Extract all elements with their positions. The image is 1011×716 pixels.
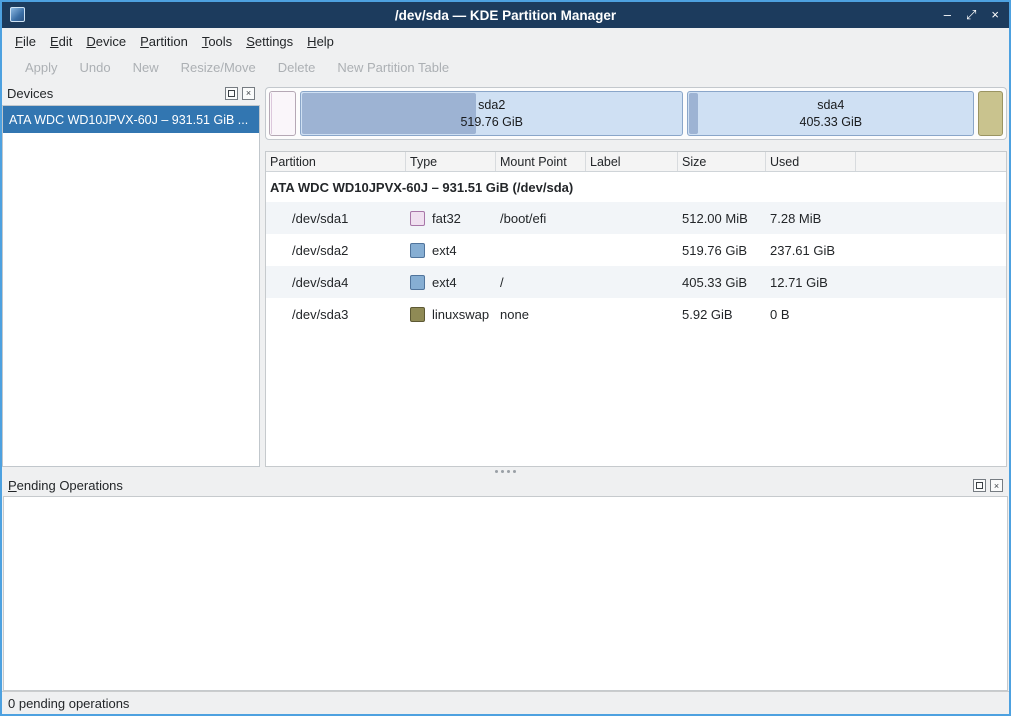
- kde-partition-manager-window: /dev/sda — KDE Partition Manager – ⤢ × F…: [0, 0, 1011, 716]
- fs-type-label: ext4: [432, 275, 457, 290]
- cell-size: 519.76 GiB: [678, 243, 766, 258]
- table-row[interactable]: /dev/sda3 linuxswap none 5.92 GiB 0 B: [266, 298, 1006, 330]
- devices-close-icon[interactable]: ×: [242, 87, 255, 100]
- cell-size: 405.33 GiB: [678, 275, 766, 290]
- fs-type-label: fat32: [432, 211, 461, 226]
- cell-type: linuxswap: [406, 307, 496, 322]
- device-detail-panel: sda2 519.76 GiB sda4 405.33 GiB: [263, 83, 1009, 467]
- pending-operations-title: Pending Operations: [8, 478, 969, 493]
- devices-panel: Devices × ATA WDC WD10JPVX-60J – 931.51 …: [2, 83, 260, 467]
- fs-color-swatch: [410, 211, 425, 226]
- menu-device[interactable]: Device: [79, 31, 133, 52]
- used-space-fill: [302, 93, 476, 134]
- fs-type-label: ext4: [432, 243, 457, 258]
- cell-type: ext4: [406, 243, 496, 258]
- cell-mount-point: /: [496, 275, 586, 290]
- cell-type: fat32: [406, 211, 496, 226]
- delete-button[interactable]: Delete: [267, 56, 327, 79]
- column-header-type[interactable]: Type: [406, 152, 496, 171]
- cell-partition: /dev/sda2: [266, 243, 406, 258]
- device-list: ATA WDC WD10JPVX-60J – 931.51 GiB ...: [2, 105, 260, 467]
- cell-used: 12.71 GiB: [766, 275, 856, 290]
- column-header-partition[interactable]: Partition: [266, 152, 406, 171]
- column-header-used[interactable]: Used: [766, 152, 856, 171]
- partition-table: Partition Type Mount Point Label Size Us…: [265, 151, 1007, 467]
- partition-segment-sda2[interactable]: sda2 519.76 GiB: [300, 91, 683, 136]
- devices-panel-title: Devices: [7, 86, 221, 101]
- device-group-row[interactable]: ATA WDC WD10JPVX-60J – 931.51 GiB (/dev/…: [266, 172, 1006, 202]
- partition-segment-sda1[interactable]: [269, 91, 296, 136]
- fs-color-swatch: [410, 243, 425, 258]
- menu-edit[interactable]: Edit: [43, 31, 79, 52]
- new-button[interactable]: New: [122, 56, 170, 79]
- close-icon[interactable]: ×: [991, 2, 999, 28]
- menu-help[interactable]: Help: [300, 31, 341, 52]
- main-area: Devices × ATA WDC WD10JPVX-60J – 931.51 …: [2, 81, 1009, 467]
- resize-move-button[interactable]: Resize/Move: [170, 56, 267, 79]
- column-header-mount-point[interactable]: Mount Point: [496, 152, 586, 171]
- menu-bar: File Edit Device Partition Tools Setting…: [2, 28, 1009, 54]
- pending-float-icon[interactable]: [973, 479, 986, 492]
- column-header-label[interactable]: Label: [586, 152, 678, 171]
- cell-partition: /dev/sda4: [266, 275, 406, 290]
- cell-type: ext4: [406, 275, 496, 290]
- status-message: 0 pending operations: [8, 696, 129, 711]
- cell-used: 7.28 MiB: [766, 211, 856, 226]
- undo-button[interactable]: Undo: [69, 56, 122, 79]
- titlebar[interactable]: /dev/sda — KDE Partition Manager – ⤢ ×: [2, 2, 1009, 28]
- menu-partition[interactable]: Partition: [133, 31, 195, 52]
- column-header-filler: [856, 152, 1006, 171]
- pending-operations-header: Pending Operations ×: [2, 476, 1009, 495]
- cell-partition: /dev/sda3: [266, 307, 406, 322]
- cell-size: 512.00 MiB: [678, 211, 766, 226]
- menu-file[interactable]: File: [8, 31, 43, 52]
- maximize-icon[interactable]: ⤢: [966, 2, 976, 28]
- fs-color-swatch: [410, 307, 425, 322]
- used-space-fill: [689, 93, 698, 134]
- partition-segment-label: sda2 519.76 GiB: [460, 97, 523, 130]
- partition-bar-area: sda2 519.76 GiB sda4 405.33 GiB: [263, 83, 1009, 143]
- pending-close-icon[interactable]: ×: [990, 479, 1003, 492]
- table-row[interactable]: /dev/sda1 fat32 /boot/efi 512.00 MiB 7.2…: [266, 202, 1006, 234]
- cell-used: 237.61 GiB: [766, 243, 856, 258]
- cell-used: 0 B: [766, 307, 856, 322]
- status-bar: 0 pending operations: [2, 691, 1009, 714]
- cell-mount-point: none: [496, 307, 586, 322]
- window-title: /dev/sda — KDE Partition Manager: [395, 8, 616, 23]
- horizontal-splitter[interactable]: [2, 467, 1009, 476]
- fs-type-label: linuxswap: [432, 307, 489, 322]
- device-list-item[interactable]: ATA WDC WD10JPVX-60J – 931.51 GiB ...: [3, 106, 259, 133]
- devices-float-icon[interactable]: [225, 87, 238, 100]
- pending-operations-list: [3, 496, 1008, 691]
- splitter-grip-icon: [495, 470, 516, 473]
- apply-button[interactable]: Apply: [14, 56, 69, 79]
- table-header-row: Partition Type Mount Point Label Size Us…: [266, 152, 1006, 172]
- cell-partition: /dev/sda1: [266, 211, 406, 226]
- devices-panel-header: Devices ×: [2, 83, 260, 103]
- minimize-icon[interactable]: –: [944, 2, 951, 28]
- column-header-size[interactable]: Size: [678, 152, 766, 171]
- toolbar: Apply Undo New Resize/Move Delete New Pa…: [2, 54, 1009, 81]
- fs-color-swatch: [410, 275, 425, 290]
- cell-size: 5.92 GiB: [678, 307, 766, 322]
- cell-mount-point: /boot/efi: [496, 211, 586, 226]
- menu-settings[interactable]: Settings: [239, 31, 300, 52]
- partition-segment-sda3[interactable]: [978, 91, 1003, 136]
- partition-segment-sda4[interactable]: sda4 405.33 GiB: [687, 91, 974, 136]
- partition-segment-label: sda4 405.33 GiB: [800, 97, 863, 130]
- partition-bar: sda2 519.76 GiB sda4 405.33 GiB: [265, 87, 1007, 140]
- table-row[interactable]: /dev/sda4 ext4 / 405.33 GiB 12.71 GiB: [266, 266, 1006, 298]
- app-icon[interactable]: [10, 7, 25, 22]
- menu-tools[interactable]: Tools: [195, 31, 239, 52]
- table-row[interactable]: /dev/sda2 ext4 519.76 GiB 237.61 GiB: [266, 234, 1006, 266]
- window-controls: – ⤢ ×: [944, 2, 999, 28]
- new-partition-table-button[interactable]: New Partition Table: [326, 56, 460, 79]
